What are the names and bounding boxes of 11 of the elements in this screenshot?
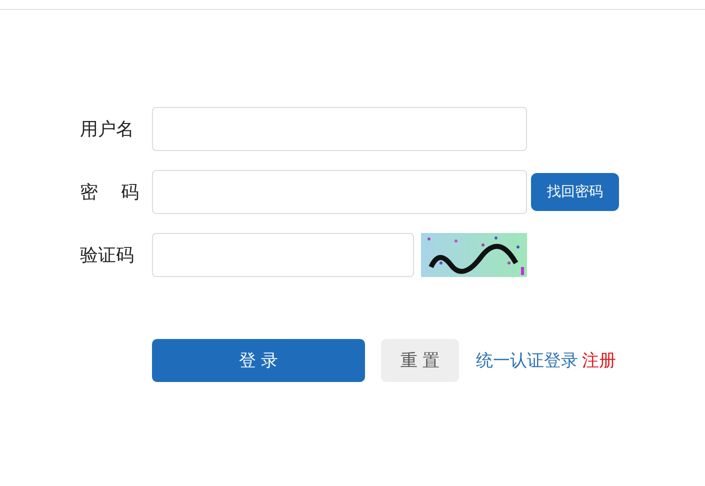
field-label: 密 码 [80,181,139,204]
reset-button[interactable]: 重 置 [381,339,459,382]
field-label: 用户名 [80,118,135,141]
username-field[interactable] [152,107,527,151]
unified-login-link[interactable]: 统一认证登录 [476,349,578,372]
forgot-password-button[interactable]: 找回密码 [531,173,619,211]
login-button[interactable]: 登 录 [152,339,365,382]
captcha-field[interactable] [152,233,414,277]
field-label: 验证码 [80,244,135,267]
register-link[interactable]: 注册 [582,349,616,372]
password-field[interactable] [152,170,527,214]
